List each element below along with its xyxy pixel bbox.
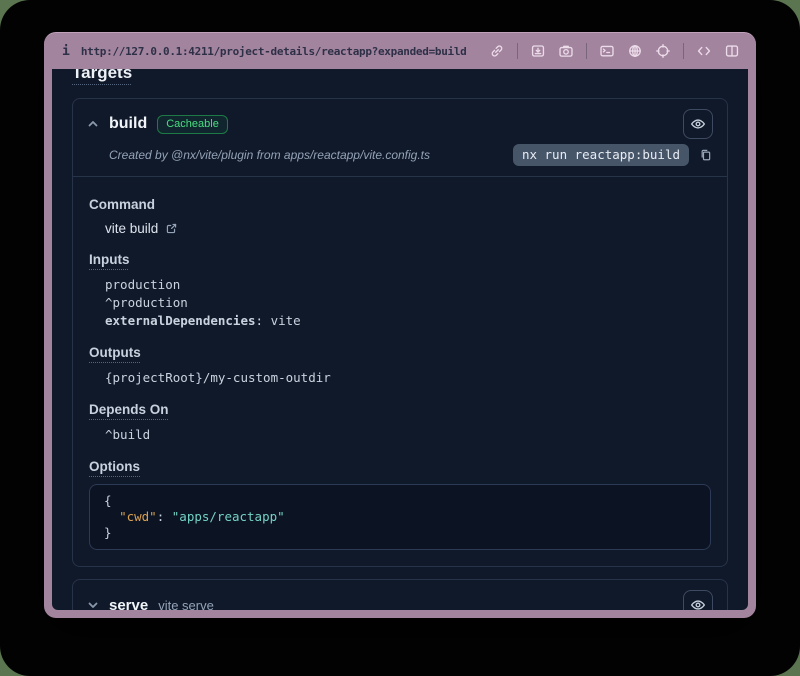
chevron-down-icon[interactable] — [87, 599, 99, 610]
input-item: externalDependencies: vite — [105, 312, 711, 329]
project-details-page: Targets build Cacheable Create — [52, 69, 748, 610]
toolbar-icon-group — [489, 43, 740, 59]
json-close-brace: } — [104, 525, 112, 540]
output-item: {projectRoot}/my-custom-outdir — [105, 369, 711, 386]
input-key: externalDependencies — [105, 313, 256, 328]
created-by-text: Created by @nx/vite/plugin from apps/rea… — [87, 148, 430, 162]
build-target-details: Command vite build Inputs production ^pr… — [73, 177, 727, 566]
command-section-heading: Command — [89, 197, 155, 212]
depends-on-section-heading: Depends On — [89, 402, 169, 417]
toolbar-separator — [683, 43, 684, 59]
depends-on-item: ^build — [105, 426, 711, 443]
serve-command-text: vite serve — [158, 598, 214, 611]
copy-icon[interactable] — [699, 148, 713, 162]
inputs-section-heading: Inputs — [89, 252, 130, 267]
toolbar-separator — [586, 43, 587, 59]
build-target-card: build Cacheable Created by @nx/vite/plug… — [72, 98, 728, 567]
split-panel-icon[interactable] — [724, 43, 740, 59]
info-icon: i — [62, 44, 70, 59]
chevron-up-icon[interactable] — [87, 118, 99, 130]
outputs-section-heading: Outputs — [89, 345, 141, 360]
serve-target-header[interactable]: serve vite serve — [73, 580, 727, 610]
eye-icon — [690, 116, 706, 132]
input-item: ^production — [105, 294, 711, 311]
json-colon: : — [157, 509, 172, 524]
build-target-header: build Cacheable Created by @nx/vite/plug… — [73, 99, 727, 177]
targets-heading: Targets — [72, 69, 132, 83]
options-json-block: { "cwd": "apps/reactapp" } — [89, 484, 711, 550]
command-value: vite build — [105, 221, 158, 236]
json-key-cwd: "cwd" — [119, 509, 157, 524]
target-name: serve — [109, 597, 148, 611]
run-command-chip: nx run reactapp:build — [513, 144, 689, 166]
json-open-brace: { — [104, 493, 112, 508]
input-key-suffix: : vite — [256, 313, 301, 328]
target-name: build — [109, 115, 147, 133]
cacheable-badge: Cacheable — [157, 115, 228, 134]
toolbar-separator — [517, 43, 518, 59]
camera-icon[interactable] — [558, 43, 574, 59]
code-icon[interactable] — [696, 43, 712, 59]
address-url[interactable]: http://127.0.0.1:4211/project-details/re… — [81, 45, 467, 58]
serve-target-card: serve vite serve — [72, 579, 728, 610]
browser-toolbar: i http://127.0.0.1:4211/project-details/… — [44, 33, 756, 69]
options-section-heading: Options — [89, 459, 140, 474]
screenshot-download-icon[interactable] — [530, 43, 546, 59]
crosshair-icon[interactable] — [655, 43, 671, 59]
json-value-cwd: "apps/reactapp" — [172, 509, 285, 524]
input-item: production — [105, 276, 711, 293]
terminal-icon[interactable] — [599, 43, 615, 59]
view-graph-button[interactable] — [683, 590, 713, 610]
eye-icon — [690, 597, 706, 610]
command-line: vite build — [89, 221, 711, 236]
globe-icon[interactable] — [627, 43, 643, 59]
browser-preview-window: i http://127.0.0.1:4211/project-details/… — [44, 32, 756, 618]
external-link-icon[interactable] — [165, 222, 178, 235]
view-graph-button[interactable] — [683, 109, 713, 139]
link-icon[interactable] — [489, 43, 505, 59]
